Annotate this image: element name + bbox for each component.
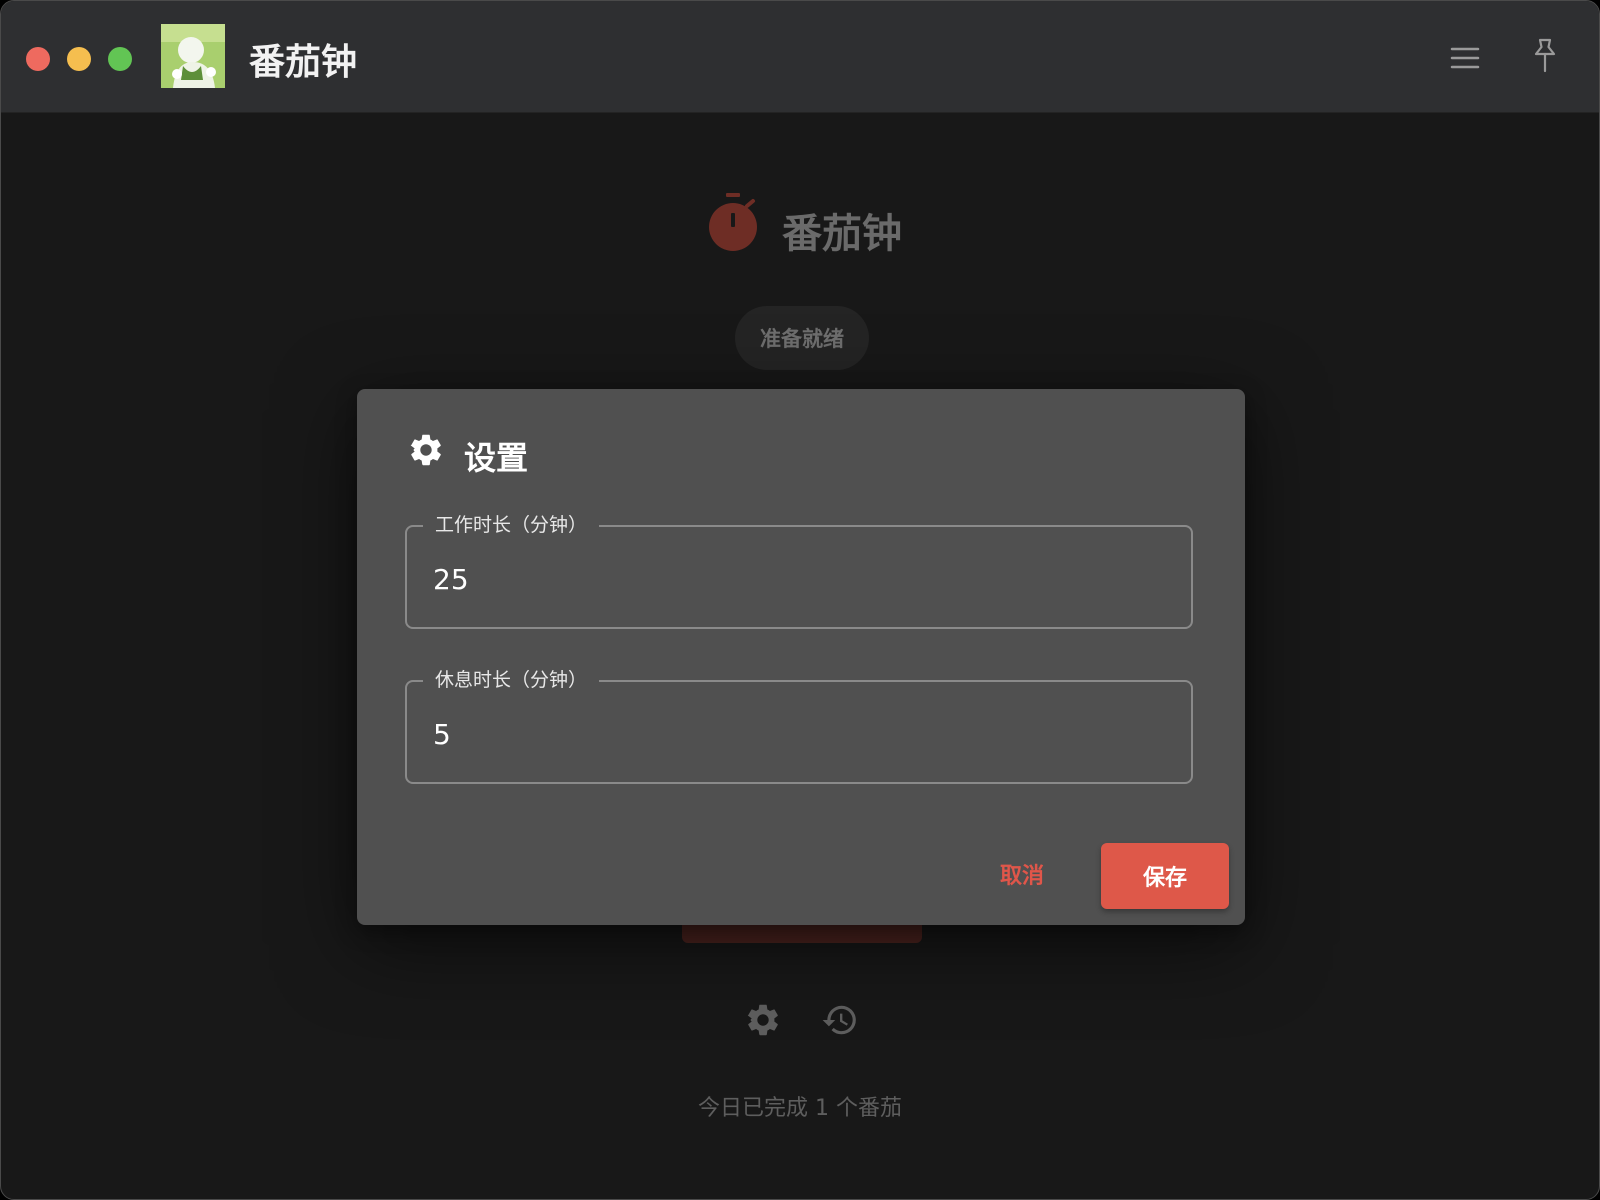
- timer-icon: [707, 191, 761, 253]
- app-title: 番茄钟: [249, 42, 358, 83]
- break-duration-field[interactable]: 休息时长（分钟） 5: [405, 666, 1193, 784]
- today-summary: 今日已完成 1 个番茄: [698, 1096, 902, 1121]
- page-title: 番茄钟: [782, 211, 902, 257]
- settings-dialog: 设置 工作时长（分钟） 25 休息时长（分钟） 5 取消 保存: [357, 389, 1245, 925]
- app-window: 番茄钟 番茄钟 准备就绪 今日已完成 1 个番茄 设置 工作时长（分钟） 25 …: [0, 0, 1600, 1200]
- work-duration-label: 工作时长（分钟）: [423, 511, 600, 539]
- gear-icon[interactable]: [744, 1001, 782, 1039]
- zoom-button[interactable]: [108, 47, 132, 71]
- close-button[interactable]: [26, 47, 50, 71]
- gear-icon: [407, 431, 445, 469]
- work-duration-field[interactable]: 工作时长（分钟） 25: [405, 511, 1193, 629]
- minimize-button[interactable]: [67, 47, 91, 71]
- title-bar: 番茄钟: [1, 1, 1599, 113]
- dialog-title: 设置: [464, 439, 529, 477]
- bottom-toolbar: [1, 1001, 1599, 1051]
- history-icon[interactable]: [821, 1001, 859, 1039]
- break-duration-label: 休息时长（分钟）: [423, 666, 600, 694]
- pin-icon[interactable]: [1529, 37, 1561, 75]
- save-button[interactable]: 保存: [1101, 843, 1229, 909]
- break-duration-input[interactable]: 5: [433, 718, 451, 751]
- avatar: [161, 24, 225, 88]
- work-duration-input[interactable]: 25: [433, 563, 469, 596]
- status-badge: 准备就绪: [735, 306, 869, 370]
- main-header: 番茄钟: [1, 191, 1599, 261]
- menu-icon[interactable]: [1450, 43, 1480, 73]
- cancel-button[interactable]: 取消: [977, 854, 1067, 894]
